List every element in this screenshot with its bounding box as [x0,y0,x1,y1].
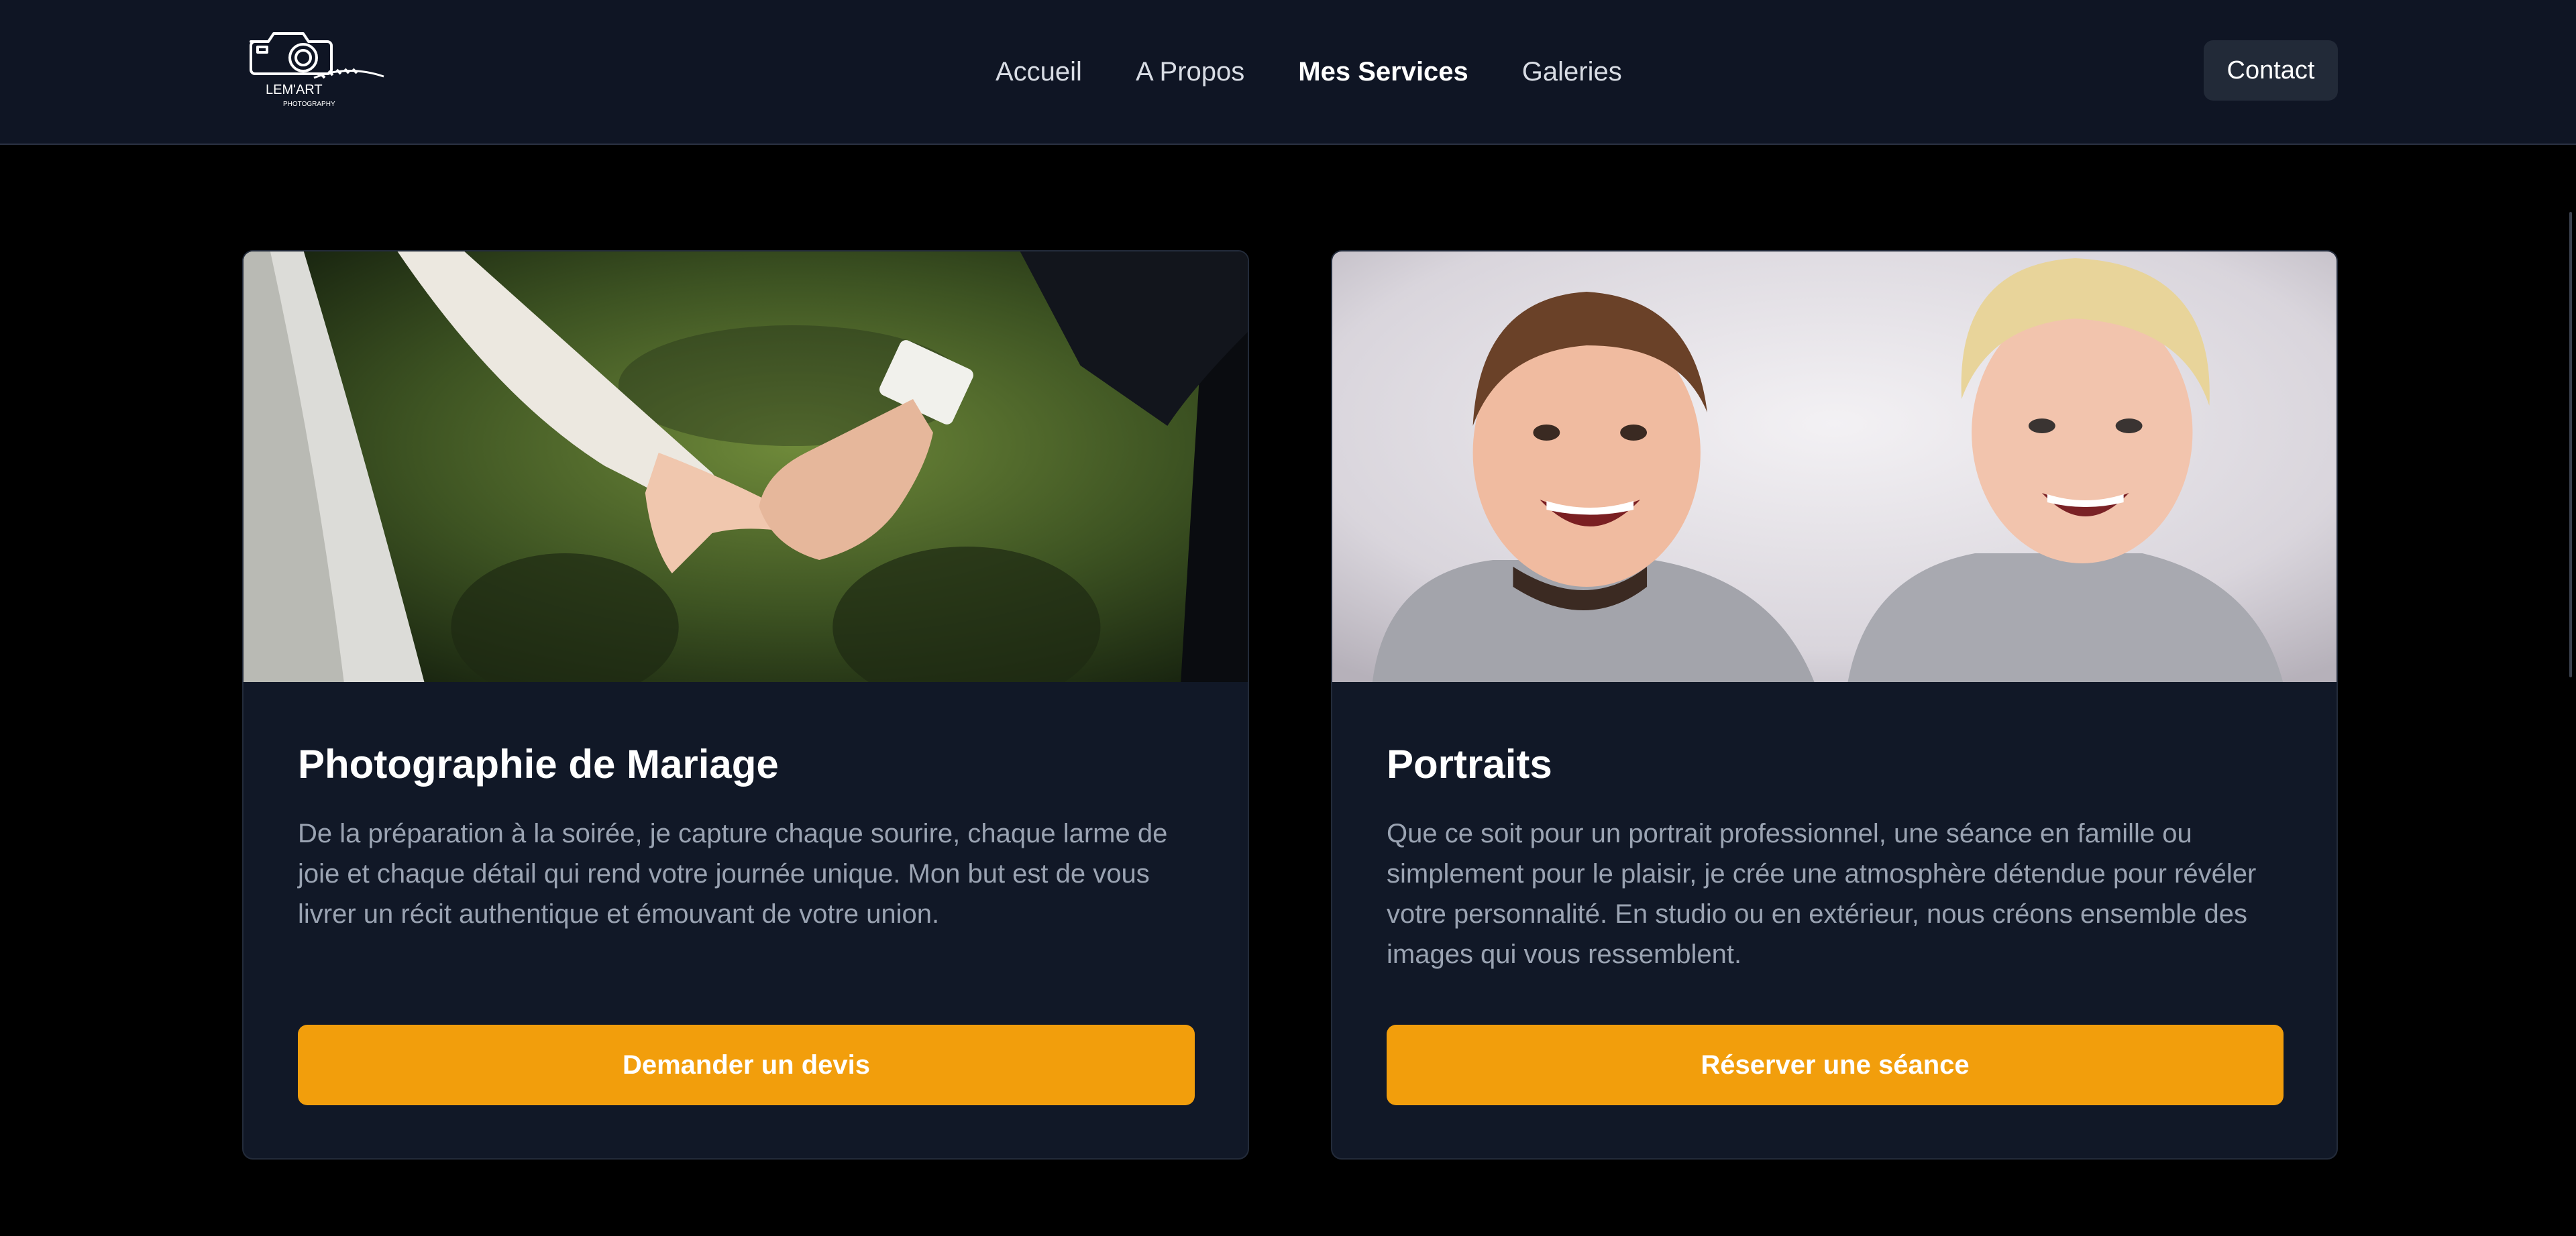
svg-text:LEM'ART: LEM'ART [266,82,323,97]
wedding-hands-photo [244,251,1248,682]
nav-galeries[interactable]: Galeries [1522,55,1622,89]
service-card-portraits: Portraits Que ce soit pour un portrait p… [1331,250,2338,1160]
card-title: Portraits [1387,742,1552,787]
nav-accueil[interactable]: Accueil [996,55,1082,89]
main-nav: Accueil A Propos Mes Services Galeries [996,55,1622,89]
page-scrollbar[interactable] [2569,212,2572,677]
laughing-children-photo [1332,251,2337,682]
contact-button[interactable]: Contact [2204,40,2338,101]
card-description: Que ce soit pour un portrait professionn… [1387,819,2257,969]
site-header: LEM'ART PHOTOGRAPHY Accueil A Propos Mes… [0,0,2576,145]
request-quote-button[interactable]: Demander un devis [298,1025,1195,1105]
nav-a-propos[interactable]: A Propos [1136,55,1244,89]
svg-text:PHOTOGRAPHY: PHOTOGRAPHY [283,101,335,108]
card-description: De la préparation à la soirée, je captur… [298,819,1168,929]
brand-logo[interactable]: LEM'ART PHOTOGRAPHY [247,24,389,111]
service-card-wedding: Photographie de Mariage De la préparatio… [242,250,1249,1160]
nav-mes-services[interactable]: Mes Services [1298,55,1468,89]
book-session-button[interactable]: Réserver une séance [1387,1025,2284,1105]
card-title: Photographie de Mariage [298,742,779,787]
